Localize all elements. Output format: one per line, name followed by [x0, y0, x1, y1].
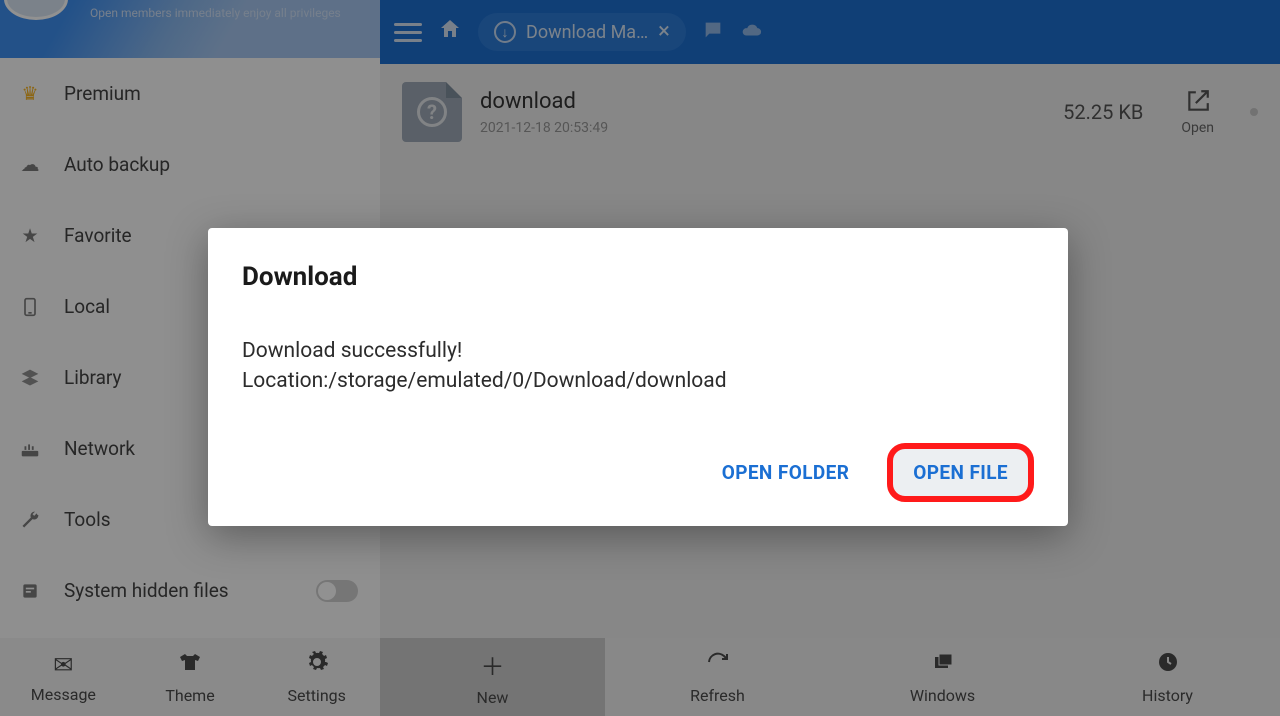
open-folder-button[interactable]: OPEN FOLDER: [712, 449, 860, 496]
open-file-button[interactable]: OPEN FILE: [907, 457, 1014, 488]
download-dialog: Download Download successfully! Location…: [208, 228, 1068, 526]
open-file-highlight: OPEN FILE: [887, 443, 1034, 502]
dialog-body: Download successfully! Location:/storage…: [242, 336, 1034, 397]
dialog-message-line1: Download successfully!: [242, 336, 1034, 366]
dialog-title: Download: [242, 262, 1034, 292]
app-root: Open members immediately enjoy all privi…: [0, 0, 1280, 716]
dialog-actions: OPEN FOLDER OPEN FILE: [242, 443, 1034, 502]
dialog-message-line2: Location:/storage/emulated/0/Download/do…: [242, 366, 1034, 396]
